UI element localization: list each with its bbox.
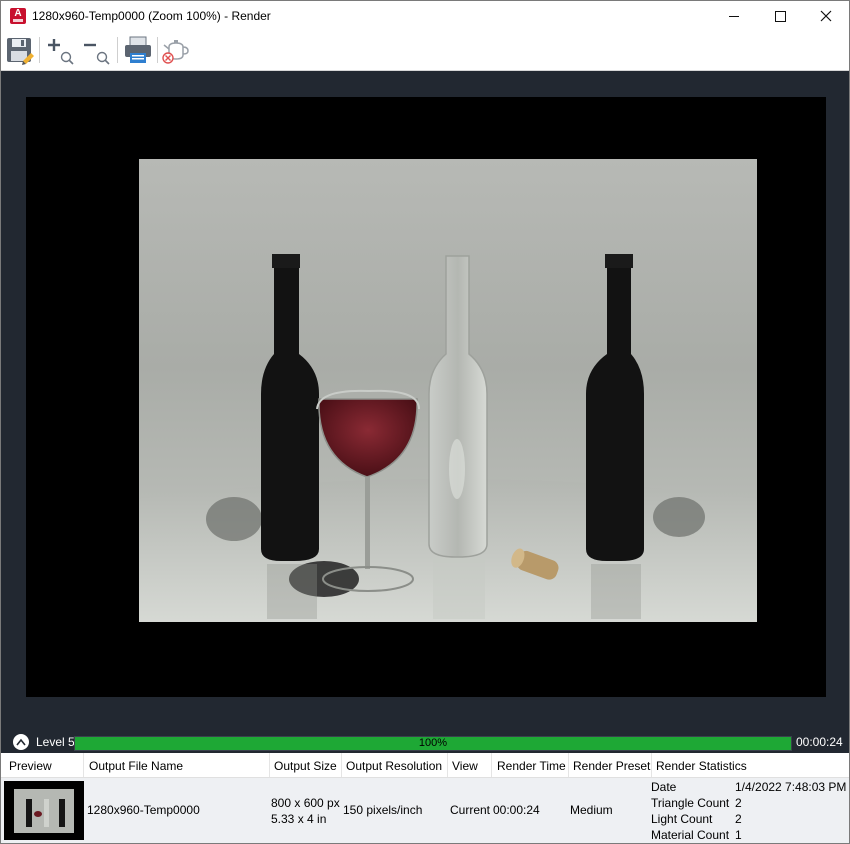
render-window: A 1280x960-Temp0000 (Zoom 100%) - Render: [0, 0, 850, 844]
table-header: Preview Output File Name Output Size Out…: [1, 753, 849, 778]
output-file-name: 1280x960-Temp0000: [87, 803, 200, 817]
cancel-render-icon: [162, 40, 189, 64]
autocad-app-icon: A: [10, 8, 26, 24]
render-preset-value: Medium: [570, 803, 613, 817]
close-icon: [820, 10, 832, 22]
column-header-preview[interactable]: Preview: [5, 753, 84, 777]
collapse-history-button[interactable]: [13, 734, 29, 750]
render-level-label: Level 5: [36, 735, 75, 749]
toolbar-separator: [39, 37, 40, 63]
stat-value-material-count: 1: [735, 828, 742, 842]
minimize-icon: [729, 16, 739, 17]
render-progress-bar: 100%: [74, 736, 792, 751]
render-viewport: [1, 71, 849, 731]
toolbar-separator: [157, 37, 158, 63]
cancel-render-button[interactable]: [161, 35, 191, 65]
print-icon: [125, 36, 151, 63]
output-size-inches: 5.33 x 4 in: [271, 812, 327, 826]
output-resolution: 150 pixels/inch: [343, 803, 423, 817]
render-toolbar: [1, 31, 849, 71]
maximize-icon: [775, 11, 786, 22]
render-history-table: Preview Output File Name Output Size Out…: [1, 753, 849, 843]
rendered-image: [139, 159, 757, 622]
app-icon-letter: A: [14, 8, 22, 19]
stat-value-triangle-count: 2: [735, 796, 742, 810]
preview-thumbnail[interactable]: [4, 781, 84, 840]
stat-label-triangle-count: Triangle Count: [651, 796, 730, 810]
render-time-value: 00:00:24: [493, 803, 540, 817]
chevron-up-icon: [16, 738, 26, 746]
column-header-render-preset[interactable]: Render Preset: [569, 753, 652, 777]
save-icon: [7, 38, 34, 65]
window-title: 1280x960-Temp0000 (Zoom 100%) - Render: [32, 9, 271, 23]
column-header-render-time[interactable]: Render Time: [493, 753, 569, 777]
render-progress-row: Level 5 100% 00:00:24: [1, 731, 849, 753]
elapsed-time: 00:00:24: [796, 735, 843, 749]
title-bar: A 1280x960-Temp0000 (Zoom 100%) - Render: [1, 1, 849, 31]
stat-value-date: 1/4/2022 7:48:03 PM: [735, 780, 847, 794]
toolbar-separator: [117, 37, 118, 63]
zoom-out-button[interactable]: [81, 35, 111, 65]
print-button[interactable]: [123, 35, 153, 65]
rendered-scene: [139, 254, 757, 622]
zoom-in-button[interactable]: [45, 35, 75, 65]
stat-label-light-count: Light Count: [651, 812, 713, 826]
stat-label-material-count: Material Count: [651, 828, 730, 842]
render-canvas: [26, 97, 826, 697]
minimize-button[interactable]: [711, 1, 757, 31]
zoom-out-icon: [84, 43, 110, 65]
close-button[interactable]: [803, 1, 849, 31]
column-header-output-resolution[interactable]: Output Resolution: [342, 753, 448, 777]
column-header-file-name[interactable]: Output File Name: [85, 753, 270, 777]
progress-percent-text: 100%: [418, 737, 448, 749]
zoom-in-icon: [48, 39, 74, 65]
column-header-view[interactable]: View: [448, 753, 492, 777]
save-button[interactable]: [5, 35, 35, 65]
view-value: Current: [450, 803, 491, 817]
column-header-render-statistics[interactable]: Render Statistics: [652, 753, 849, 777]
maximize-button[interactable]: [757, 1, 803, 31]
column-header-output-size[interactable]: Output Size: [270, 753, 342, 777]
output-size-pixels: 800 x 600 px: [271, 796, 340, 810]
stat-value-light-count: 2: [735, 812, 742, 826]
stat-label-date: Date: [651, 780, 677, 794]
table-row[interactable]: 1280x960-Temp0000 800 x 600 px 5.33 x 4 …: [1, 778, 849, 843]
